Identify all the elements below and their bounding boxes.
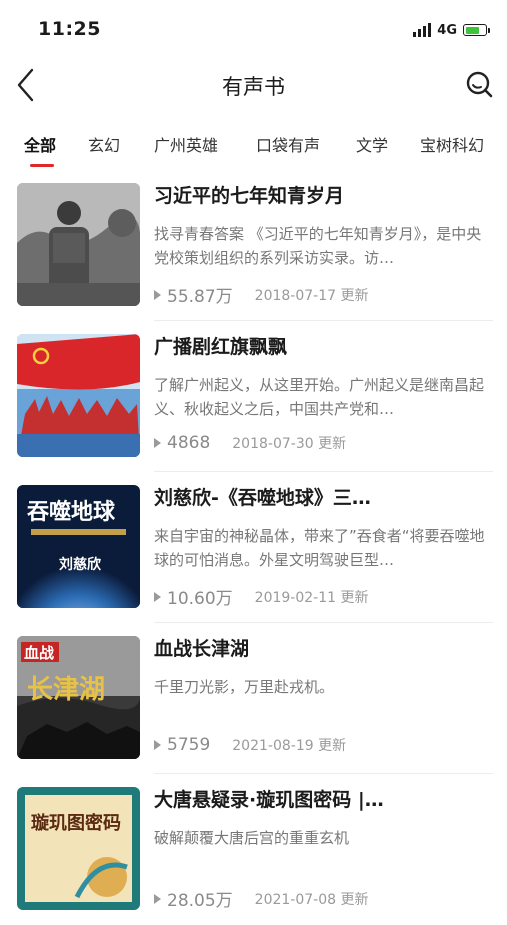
cover-title-text-2: 长津湖 — [27, 675, 105, 705]
tab-all[interactable]: 全部 — [24, 132, 56, 156]
play-count: 4868 — [167, 433, 211, 453]
cover-image — [17, 334, 140, 457]
signal-icon — [413, 23, 432, 37]
tab-fantasy[interactable]: 玄幻 — [88, 132, 120, 156]
tab-guangzhou-heroes[interactable]: 广州英雄 — [154, 132, 218, 156]
item-description: 千里刀光影，万里赴戎机。 — [154, 678, 335, 696]
play-count-icon — [154, 591, 161, 602]
nav-bar: 有声书 — [0, 56, 507, 112]
search-button[interactable] — [461, 66, 497, 102]
list-item[interactable]: 璇玑图密码 大唐悬疑录·璇玑图密码 |… 破解颠覆大唐后宫的重重玄机 28.05… — [0, 774, 507, 925]
play-count: 28.05万 — [167, 891, 233, 911]
item-description: 找寻青春答案 《习近平的七年知青岁月》，是中央党校策划组织的系列采访实录。访… — [154, 225, 482, 267]
battery-icon — [463, 24, 490, 36]
active-tab-indicator — [30, 164, 54, 167]
list-item[interactable]: 广播剧红旗飘飘 了解广州起义，从这里开始。广州起义是继南昌起义、秋收起义之后，中… — [0, 321, 507, 472]
tab-literature[interactable]: 文学 — [356, 132, 388, 156]
category-tabs: 全部 玄幻 广州英雄 口袋有声 文学 宝树科幻 — [0, 122, 507, 170]
play-count: 10.60万 — [167, 589, 233, 609]
play-count-icon — [154, 740, 161, 750]
update-date: 2021-07-08 更新 — [254, 891, 369, 908]
tab-pocket-audio[interactable]: 口袋有声 — [256, 132, 320, 156]
item-title: 大唐悬疑录·璇玑图密码 |… — [154, 789, 384, 811]
item-title: 刘慈欣-《吞噬地球》三… — [154, 487, 371, 509]
cover-image — [17, 183, 140, 306]
network-label: 4G — [437, 22, 457, 38]
cover-image: 璇玑图密码 — [17, 787, 140, 910]
update-date: 2021-08-19 更新 — [232, 738, 347, 754]
item-meta: 28.05万 2021-07-08 更新 — [154, 886, 368, 911]
cover-title-text: 璇玑图密码 — [31, 812, 121, 834]
item-meta: 4868 2018-07-30 更新 — [154, 433, 346, 453]
status-indicators: 4G — [413, 20, 490, 40]
play-count-icon — [154, 289, 161, 300]
page-title: 有声书 — [222, 75, 285, 99]
cover-image: 血战 长津湖 — [17, 636, 140, 759]
update-date: 2018-07-17 更新 — [254, 287, 369, 304]
cover-title-text-1: 血战 — [24, 644, 54, 662]
item-description: 了解广州起义，从这里开始。广州起义是继南昌起义、秋收起义之后，中国共产党和… — [154, 376, 485, 418]
item-meta: 10.60万 2019-02-11 更新 — [154, 584, 368, 609]
status-bar: 11:25 4G — [0, 0, 507, 56]
update-date: 2019-02-11 更新 — [254, 589, 369, 606]
item-title: 血战长津湖 — [154, 638, 250, 660]
item-title: 习近平的七年知青岁月 — [154, 185, 345, 207]
item-description: 破解颠覆大唐后宫的重重玄机 — [154, 829, 350, 847]
search-icon — [466, 71, 493, 98]
cover-author-text: 刘慈欣 — [59, 556, 102, 573]
tab-baoshu-scifi[interactable]: 宝树科幻 — [420, 132, 484, 156]
status-time: 11:25 — [38, 18, 101, 40]
cover-image: 吞噬地球 刘慈欣 — [17, 485, 140, 608]
item-title: 广播剧红旗飘飘 — [154, 336, 288, 358]
cover-title-text: 吞噬地球 — [27, 499, 116, 525]
list-item[interactable]: 习近平的七年知青岁月 找寻青春答案 《习近平的七年知青岁月》，是中央党校策划组织… — [0, 170, 507, 321]
play-count-icon — [154, 438, 161, 448]
update-date: 2018-07-30 更新 — [232, 436, 347, 452]
play-count: 5759 — [167, 735, 211, 755]
play-count: 55.87万 — [167, 287, 233, 307]
item-meta: 5759 2021-08-19 更新 — [154, 735, 346, 755]
play-count-icon — [154, 893, 161, 904]
list-item[interactable]: 吞噬地球 刘慈欣 刘慈欣-《吞噬地球》三… 来自宇宙的神秘晶体，带来了”吞食者“… — [0, 472, 507, 623]
item-meta: 55.87万 2018-07-17 更新 — [154, 282, 368, 307]
item-description: 来自宇宙的神秘晶体，带来了”吞食者“将要吞噬地球的可怕消息。外星文明驾驶巨型… — [154, 527, 485, 569]
list-item[interactable]: 血战 长津湖 血战长津湖 千里刀光影，万里赴戎机。 5759 2021-08-1… — [0, 623, 507, 774]
